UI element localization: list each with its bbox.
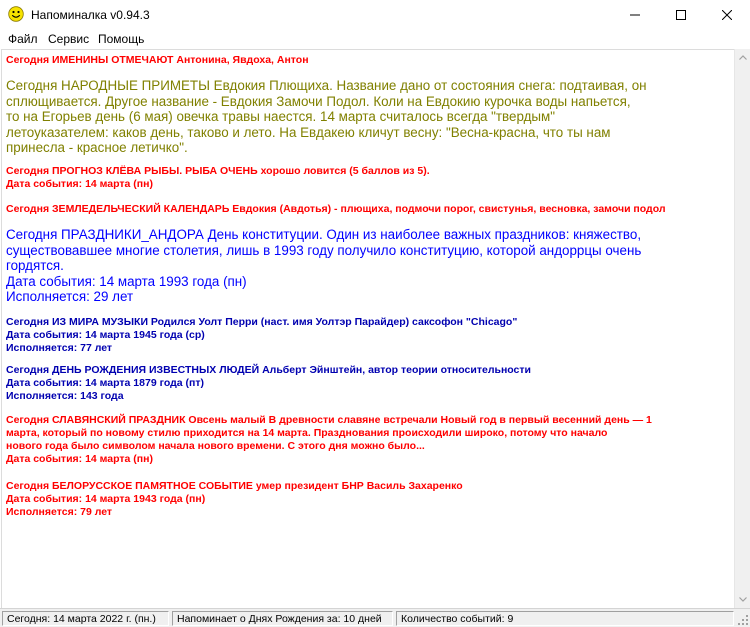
close-icon bbox=[722, 10, 732, 20]
event-date: Дата события: 14 марта (пн) bbox=[6, 453, 153, 465]
event-heading: Сегодня ПРОГНОЗ КЛЁВА РЫБЫ. РЫБА ОЧЕНЬ х… bbox=[6, 165, 430, 177]
event-folk-signs: Сегодня НАРОДНЫЕ ПРИМЕТЫ Евдокия Плющиха… bbox=[6, 78, 732, 156]
title-bar: Напоминалка v0.94.3 bbox=[0, 0, 750, 30]
event-heading: Сегодня ИМЕНИНЫ ОТМЕЧАЮТ Антонина, Явдох… bbox=[6, 54, 309, 66]
event-date: Дата события: 14 марта 1945 года (ср) bbox=[6, 329, 205, 341]
window-title: Напоминалка v0.94.3 bbox=[31, 8, 150, 22]
event-music-world: Сегодня ИЗ МИРА МУЗЫКИ Родился Уолт Перр… bbox=[6, 316, 732, 355]
status-reminder: Напоминает о Днях Рождения за: 10 дней bbox=[172, 611, 393, 626]
minimize-button[interactable] bbox=[612, 0, 658, 30]
chevron-down-icon bbox=[739, 597, 747, 602]
event-belarus-memorial: Сегодня БЕЛОРУССКОЕ ПАМЯТНОЕ СОБЫТИЕ уме… bbox=[6, 480, 732, 519]
event-heading: Сегодня ПРАЗДНИКИ_АНДОРА День конституци… bbox=[6, 227, 642, 242]
scroll-down-button[interactable] bbox=[735, 591, 750, 608]
event-heading: Сегодня ИЗ МИРА МУЗЫКИ Родился Уолт Перр… bbox=[6, 316, 518, 328]
menu-file[interactable]: Файл bbox=[8, 32, 38, 46]
event-heading: Сегодня СЛАВЯНСКИЙ ПРАЗДНИК Овсень малый… bbox=[6, 414, 652, 426]
smiley-face-icon bbox=[8, 6, 24, 22]
menu-bar: Файл Сервис Помощь bbox=[0, 30, 750, 49]
event-line: гордятся. bbox=[6, 258, 64, 273]
status-event-count: Количество событий: 9 bbox=[396, 611, 734, 626]
event-line: марта, который по новому стилю приходитс… bbox=[6, 427, 608, 439]
event-farming-calendar: Сегодня ЗЕМЛЕДЕЛЬЧЕСКИЙ КАЛЕНДАРЬ Евдоки… bbox=[6, 203, 732, 216]
close-button[interactable] bbox=[704, 0, 750, 30]
scroll-up-button[interactable] bbox=[735, 49, 750, 66]
event-fishing-forecast: Сегодня ПРОГНОЗ КЛЁВА РЫБЫ. РЫБА ОЧЕНЬ х… bbox=[6, 165, 732, 191]
event-famous-birthday: Сегодня ДЕНЬ РОЖДЕНИЯ ИЗВЕСТНЫХ ЛЮДЕЙ Ал… bbox=[6, 364, 732, 403]
minimize-icon bbox=[630, 14, 640, 16]
event-line: летоуказателем: каков день, таково и лет… bbox=[6, 124, 611, 140]
event-andorra-holiday: Сегодня ПРАЗДНИКИ_АНДОРА День конституци… bbox=[6, 227, 732, 305]
chevron-up-icon bbox=[739, 55, 747, 60]
events-text-area[interactable]: Сегодня ИМЕНИНЫ ОТМЕЧАЮТ Антонина, Явдох… bbox=[1, 49, 734, 608]
event-years: Исполняется: 29 лет bbox=[6, 289, 134, 304]
event-heading: Сегодня НАРОДНЫЕ ПРИМЕТЫ Евдокия Плющиха… bbox=[6, 78, 647, 93]
event-heading: Сегодня ДЕНЬ РОЖДЕНИЯ ИЗВЕСТНЫХ ЛЮДЕЙ Ал… bbox=[6, 364, 531, 376]
maximize-icon bbox=[676, 10, 686, 20]
event-line: существовавшее многие столетия, лишь в 1… bbox=[6, 242, 642, 258]
status-bar: Сегодня: 14 марта 2022 г. (пн.) Напомина… bbox=[0, 608, 750, 627]
event-date: Дата события: 14 марта 1943 года (пн) bbox=[6, 493, 206, 505]
menu-help[interactable]: Помощь bbox=[98, 32, 144, 46]
event-heading: Сегодня БЕЛОРУССКОЕ ПАМЯТНОЕ СОБЫТИЕ уме… bbox=[6, 480, 463, 492]
resize-grip-icon[interactable] bbox=[737, 614, 749, 626]
event-line: то на Егорьев день (6 мая) овечка травы … bbox=[6, 109, 556, 124]
status-today: Сегодня: 14 марта 2022 г. (пн.) bbox=[2, 611, 169, 626]
event-line: принесла - красное летичко". bbox=[6, 140, 188, 155]
event-line: нового года было символом начала нового … bbox=[6, 440, 425, 452]
event-date: Дата события: 14 марта (пн) bbox=[6, 178, 153, 190]
event-date: Дата события: 14 марта 1993 года (пн) bbox=[6, 273, 247, 289]
event-years: Исполняется: 77 лет bbox=[6, 342, 113, 354]
event-heading: Сегодня ЗЕМЛЕДЕЛЬЧЕСКИЙ КАЛЕНДАРЬ Евдоки… bbox=[6, 203, 666, 215]
event-line: сплющивается. Другое название - Евдокия … bbox=[6, 93, 631, 109]
menu-service[interactable]: Сервис bbox=[48, 32, 89, 46]
vertical-scrollbar[interactable] bbox=[734, 49, 750, 608]
event-date: Дата события: 14 марта 1879 года (пт) bbox=[6, 377, 204, 389]
event-slavic-holiday: Сегодня СЛАВЯНСКИЙ ПРАЗДНИК Овсень малый… bbox=[6, 414, 732, 466]
event-years: Исполняется: 79 лет bbox=[6, 506, 113, 518]
event-years: Исполняется: 143 года bbox=[6, 390, 124, 402]
event-namedays: Сегодня ИМЕНИНЫ ОТМЕЧАЮТ Антонина, Явдох… bbox=[6, 54, 732, 67]
maximize-button[interactable] bbox=[658, 0, 704, 30]
